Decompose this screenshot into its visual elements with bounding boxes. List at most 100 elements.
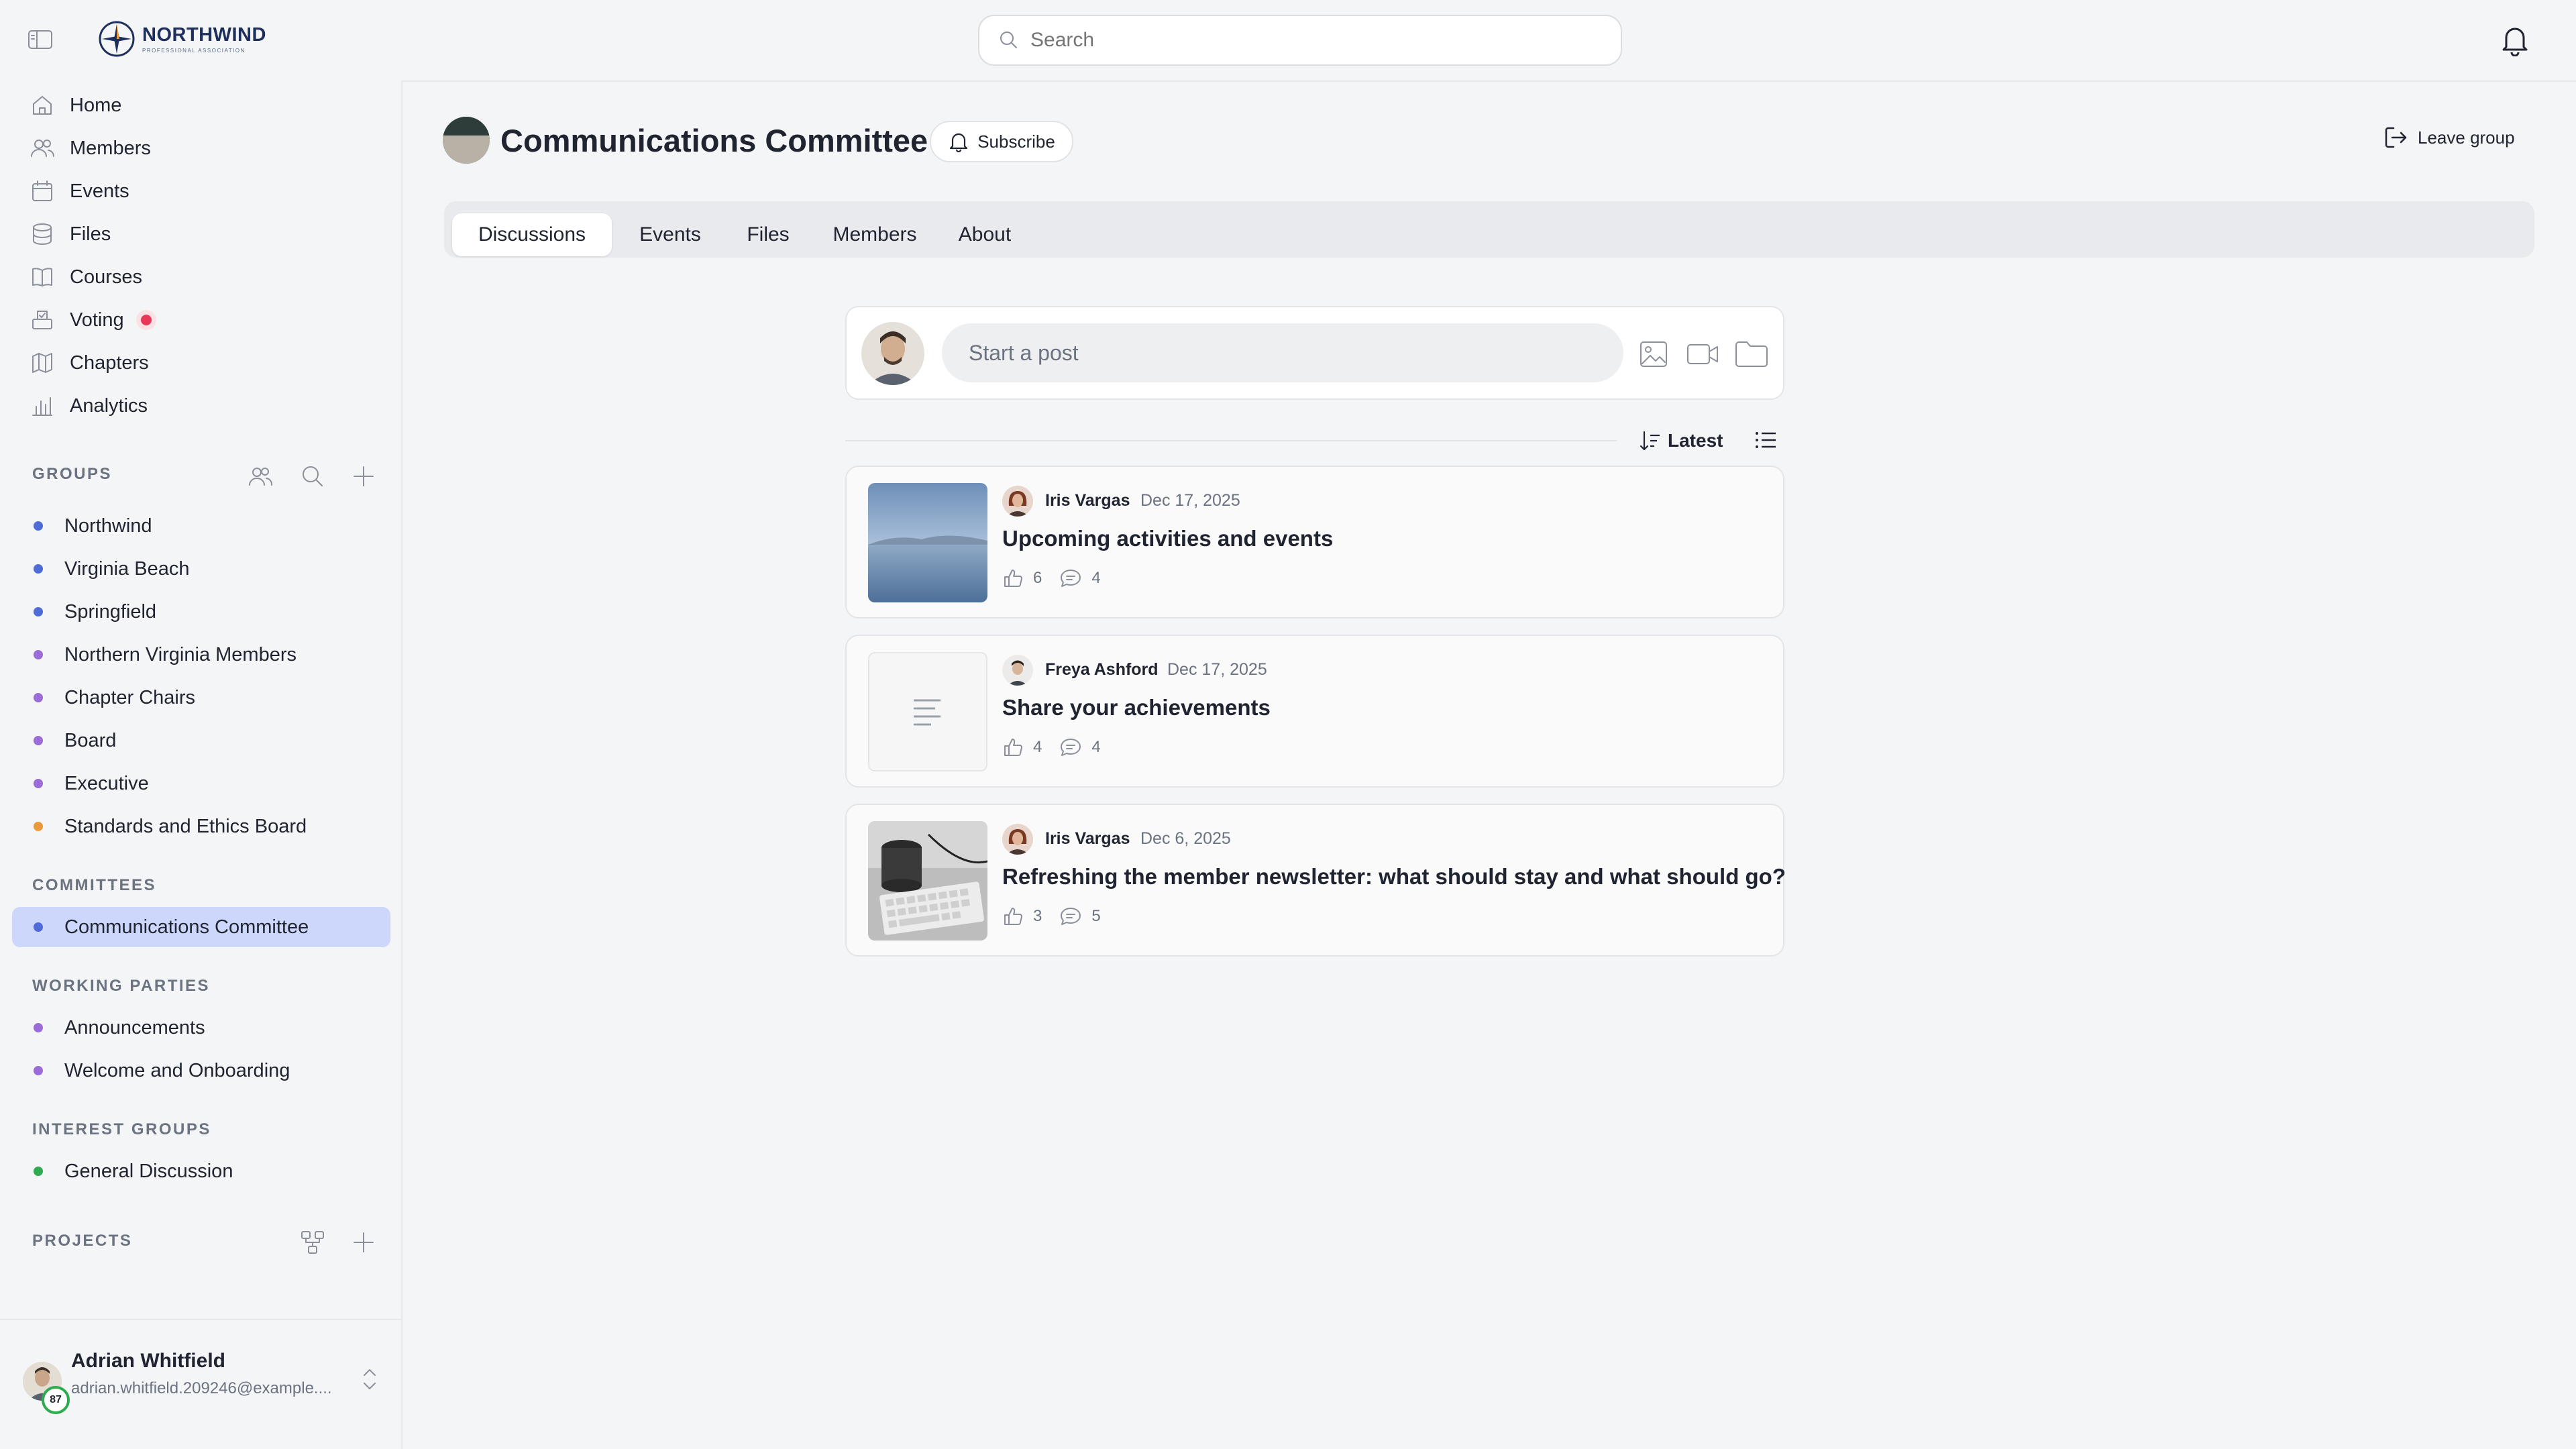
logo[interactable]: NORTHWIND PROFESSIONAL ASSOCIATION (98, 20, 266, 58)
group-label: Announcements (64, 1016, 205, 1038)
list-view-icon[interactable] (1752, 427, 1779, 453)
nav-analytics[interactable]: Analytics (30, 386, 148, 425)
post-author[interactable]: Iris Vargas (1045, 829, 1130, 849)
nav-voting[interactable]: Voting (30, 301, 156, 339)
compass-logo-icon (98, 20, 136, 58)
nav-events-label: Events (70, 180, 129, 202)
group-label: General Discussion (64, 1160, 233, 1182)
group-item-chapter-chairs[interactable]: Chapter Chairs (34, 679, 195, 716)
post-reactions: 4 4 (1002, 737, 1118, 758)
thumbs-up-icon[interactable] (1002, 737, 1024, 758)
group-dot (34, 822, 43, 831)
level-badge: 87 (42, 1386, 70, 1414)
post-card[interactable]: Freya Ashford Dec 17, 2025 Share your ac… (845, 635, 1784, 788)
comment-count: 4 (1091, 569, 1101, 587)
tab-discussions[interactable]: Discussions (452, 213, 612, 256)
subscribe-label: Subscribe (977, 131, 1055, 152)
group-dot (34, 779, 43, 788)
tab-members[interactable]: Members (814, 213, 935, 256)
groups-search-icon[interactable] (299, 463, 326, 490)
video-icon[interactable] (1685, 341, 1721, 368)
thumbs-up-icon[interactable] (1002, 568, 1024, 589)
chevron-updown-icon[interactable] (360, 1364, 380, 1394)
tab-about[interactable]: About (938, 213, 1032, 256)
group-dot (34, 1066, 43, 1075)
post-title[interactable]: Upcoming activities and events (1002, 526, 1333, 551)
post-card[interactable]: Iris Vargas Dec 6, 2025 Refreshing the m… (845, 804, 1786, 957)
post-thumbnail-placeholder (868, 652, 987, 771)
post-title[interactable]: Refreshing the member newsletter: what s… (1002, 864, 1786, 890)
like-count: 6 (1033, 569, 1042, 587)
subscribe-button[interactable]: Subscribe (930, 121, 1073, 162)
post-card[interactable]: Iris Vargas Dec 17, 2025 Upcoming activi… (845, 466, 1784, 619)
sidebar-toggle-icon[interactable] (27, 28, 54, 51)
nav-members-label: Members (70, 137, 151, 159)
tab-label: Members (833, 223, 917, 246)
group-label: Northwind (64, 515, 152, 537)
folder-icon[interactable] (1733, 338, 1770, 369)
group-item-northwind[interactable]: Northwind (34, 507, 152, 545)
groups-members-icon[interactable] (247, 463, 274, 490)
tab-events[interactable]: Events (620, 213, 720, 256)
user-menu[interactable]: 87 Adrian Whitfield adrian.whitfield.209… (0, 1320, 401, 1449)
tab-bar: Discussions Events Files Members About (444, 201, 2534, 258)
nav-chapters-label: Chapters (70, 352, 149, 374)
notifications-bell-icon[interactable] (2500, 24, 2530, 56)
author-avatar (1002, 486, 1033, 517)
group-item-announcements[interactable]: Announcements (34, 1009, 205, 1046)
groups-add-icon[interactable] (350, 463, 377, 490)
nav-home-label: Home (70, 94, 122, 116)
comment-icon[interactable] (1059, 906, 1082, 927)
group-item-northern-virginia[interactable]: Northern Virginia Members (34, 636, 297, 674)
top-bar: NORTHWIND PROFESSIONAL ASSOCIATION (0, 0, 2576, 80)
sort-label: Latest (1668, 430, 1723, 451)
nav-chapters[interactable]: Chapters (30, 343, 149, 382)
comment-icon[interactable] (1059, 568, 1082, 589)
nav-courses[interactable]: Courses (30, 258, 142, 297)
group-label: Springfield (64, 600, 157, 623)
projects-add-icon[interactable] (350, 1229, 377, 1256)
composer-placeholder: Start a post (969, 340, 1079, 365)
post-date: Dec 17, 2025 (1140, 491, 1240, 510)
post-author[interactable]: Freya Ashford (1045, 660, 1159, 680)
leave-group-button[interactable]: Leave group (2383, 121, 2515, 154)
search-bar[interactable] (978, 15, 1622, 66)
projects-hierarchy-icon[interactable] (299, 1229, 326, 1256)
nav-home[interactable]: Home (30, 86, 121, 125)
group-item-general-discussion[interactable]: General Discussion (34, 1152, 233, 1190)
composer-input[interactable]: Start a post (942, 323, 1623, 382)
group-item-executive[interactable]: Executive (34, 765, 149, 802)
group-dot (34, 607, 43, 616)
leave-group-label: Leave group (2418, 127, 2515, 148)
home-icon (33, 96, 52, 115)
group-label: Standards and Ethics Board (64, 815, 307, 837)
committee-item-label-row[interactable]: Communications Committee (34, 908, 309, 946)
group-item-board[interactable]: Board (34, 722, 116, 759)
working-parties-heading: WORKING PARTIES (32, 977, 211, 995)
group-item-virginia-beach[interactable]: Virginia Beach (34, 550, 189, 588)
main-content: Communications Committee Subscribe Leave… (402, 80, 2576, 1449)
tab-label: Discussions (478, 223, 586, 246)
group-label: Welcome and Onboarding (64, 1059, 290, 1081)
author-avatar (1002, 655, 1033, 686)
tab-label: Events (639, 223, 701, 246)
search-input[interactable] (1030, 29, 1580, 52)
group-item-standards-ethics[interactable]: Standards and Ethics Board (34, 808, 307, 845)
post-thumbnail-keyboard (868, 821, 987, 941)
post-author[interactable]: Iris Vargas (1045, 491, 1130, 511)
exit-icon (2385, 127, 2407, 148)
post-title[interactable]: Share your achievements (1002, 695, 1271, 720)
users-icon (31, 140, 55, 157)
nav-files[interactable]: Files (30, 215, 111, 254)
chart-icon (32, 397, 52, 416)
thumbs-up-icon[interactable] (1002, 906, 1024, 927)
comment-icon[interactable] (1059, 737, 1082, 758)
nav-members[interactable]: Members (30, 129, 151, 168)
nav-events[interactable]: Events (30, 172, 129, 211)
group-item-springfield[interactable]: Springfield (34, 593, 156, 631)
group-item-welcome-onboarding[interactable]: Welcome and Onboarding (34, 1052, 290, 1089)
like-count: 4 (1033, 738, 1042, 756)
image-icon[interactable] (1638, 339, 1669, 369)
sort-dropdown[interactable]: Latest (1638, 425, 1723, 456)
tab-files[interactable]: Files (724, 213, 812, 256)
